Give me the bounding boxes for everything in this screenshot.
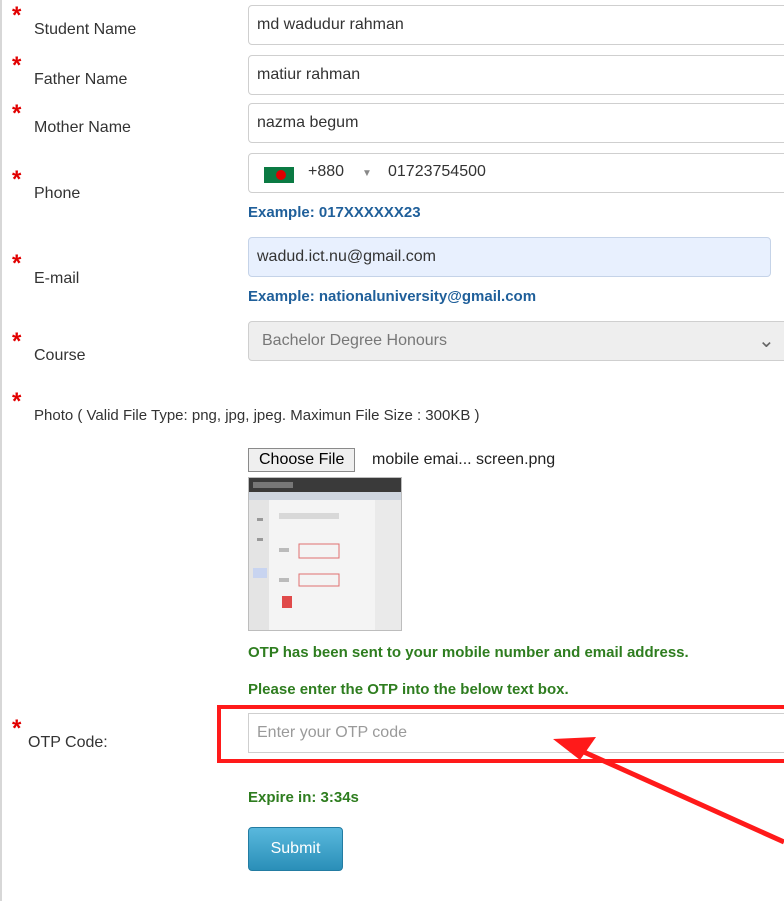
required-marker: * — [12, 388, 22, 415]
otp-highlight-box — [217, 705, 784, 763]
bangladesh-flag-icon[interactable] — [264, 167, 294, 183]
page-left-border — [0, 0, 2, 901]
course-label: Course — [34, 347, 86, 364]
required-marker: * — [12, 715, 22, 742]
required-marker: * — [12, 250, 22, 277]
student-name-label: Student Name — [34, 21, 137, 38]
caret-down-icon[interactable]: ▼ — [362, 168, 372, 179]
student-name-input[interactable]: md wadudur rahman — [248, 5, 784, 45]
phone-input[interactable]: 01723754500 — [388, 163, 486, 181]
course-select[interactable]: Bachelor Degree Honours — [248, 321, 784, 361]
photo-preview-image — [249, 478, 401, 630]
selected-file-name: mobile emai... screen.png — [372, 451, 556, 468]
required-marker: * — [12, 328, 22, 355]
photo-label: Photo ( Valid File Type: png, jpg, jpeg.… — [34, 407, 480, 424]
phone-label: Phone — [34, 185, 81, 202]
otp-instruction: Please enter the OTP into the below text… — [248, 681, 569, 698]
mother-name-label: Mother Name — [34, 119, 131, 136]
email-label: E-mail — [34, 270, 80, 287]
otp-expire-timer: Expire in: 3:34s — [248, 789, 359, 806]
chevron-down-icon[interactable]: ⌄ — [758, 328, 775, 353]
email-input[interactable]: wadud.ict.nu@gmail.com — [248, 237, 771, 277]
submit-button[interactable]: Submit — [248, 827, 343, 871]
father-name-input[interactable]: matiur rahman — [248, 55, 784, 95]
required-marker: * — [12, 2, 22, 29]
country-code[interactable]: +880 — [308, 163, 344, 181]
required-marker: * — [12, 52, 22, 79]
otp-sent-message: OTP has been sent to your mobile number … — [248, 644, 689, 661]
otp-code-label: OTP Code: — [28, 734, 108, 751]
photo-preview — [248, 477, 402, 631]
required-marker: * — [12, 100, 22, 127]
mother-name-input[interactable]: nazma begum — [248, 103, 784, 143]
required-marker: * — [12, 166, 22, 193]
choose-file-button[interactable]: Choose File — [248, 448, 356, 472]
father-name-label: Father Name — [34, 71, 128, 88]
email-hint: Example: nationaluniversity@gmail.com — [248, 288, 537, 305]
phone-hint: Example: 017XXXXXX23 — [248, 204, 421, 221]
